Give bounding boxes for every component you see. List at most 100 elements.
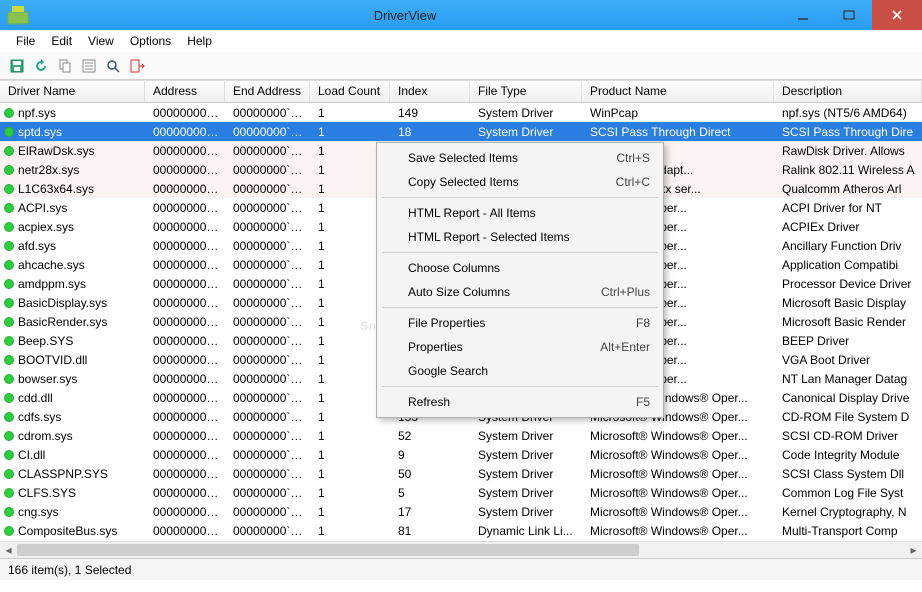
context-menu-item[interactable]: Copy Selected ItemsCtrl+C [380, 170, 660, 194]
col-driver-name[interactable]: Driver Name [0, 81, 145, 102]
table-row[interactable]: CompositeBus.sys00000000`0...00000000`0.… [0, 521, 922, 540]
status-dot-icon [4, 412, 14, 422]
cell-product-name: Microsoft® Windows® Oper... [582, 448, 774, 462]
context-menu-item[interactable]: Choose Columns [380, 256, 660, 280]
context-menu-item[interactable]: File PropertiesF8 [380, 311, 660, 335]
cell-address: 00000000`0... [145, 391, 225, 405]
scroll-right-icon[interactable]: ▸ [905, 542, 922, 558]
cell-driver-name: BasicDisplay.sys [18, 296, 107, 310]
menu-view[interactable]: View [80, 32, 122, 50]
context-menu-item[interactable]: RefreshF5 [380, 390, 660, 414]
menu-label: HTML Report - All Items [408, 206, 536, 220]
cell-address: 00000000`0... [145, 277, 225, 291]
cell-driver-name: CI.dll [18, 448, 45, 462]
scroll-thumb[interactable] [17, 544, 639, 556]
status-dot-icon [4, 279, 14, 289]
context-menu-item[interactable]: HTML Report - All Items [380, 201, 660, 225]
cell-index: 17 [390, 505, 470, 519]
cell-end-address: 00000000`0... [225, 467, 310, 481]
status-dot-icon [4, 450, 14, 460]
cell-description: Multi-Transport Comp [774, 524, 922, 538]
cell-description: BEEP Driver [774, 334, 922, 348]
maximize-button[interactable] [826, 0, 872, 30]
table-row[interactable]: CLFS.SYS00000000`0...00000000`0...15Syst… [0, 483, 922, 502]
table-row[interactable]: npf.sys00000000`0...00000000`0...1149Sys… [0, 103, 922, 122]
col-file-type[interactable]: File Type [470, 81, 582, 102]
cell-address: 00000000`0... [145, 125, 225, 139]
col-load-count[interactable]: Load Count [310, 81, 390, 102]
window-title: DriverView [30, 8, 780, 23]
context-menu-item[interactable]: Save Selected ItemsCtrl+S [380, 146, 660, 170]
menu-shortcut: Alt+Enter [600, 340, 650, 354]
cell-description: Canonical Display Drive [774, 391, 922, 405]
menu-edit[interactable]: Edit [43, 32, 80, 50]
cell-address: 00000000`0... [145, 163, 225, 177]
cell-description: Kernel Cryptography, N [774, 505, 922, 519]
cell-driver-name: bowser.sys [18, 372, 77, 386]
save-icon[interactable] [6, 55, 28, 77]
menu-label: Save Selected Items [408, 151, 518, 165]
cell-driver-name: BasicRender.sys [18, 315, 107, 329]
cell-file-type: System Driver [470, 467, 582, 481]
minimize-button[interactable] [780, 0, 826, 30]
status-dot-icon [4, 298, 14, 308]
exit-icon[interactable] [126, 55, 148, 77]
menu-label: Properties [408, 340, 463, 354]
menu-separator [382, 252, 658, 253]
cell-end-address: 00000000`0... [225, 258, 310, 272]
context-menu: Save Selected ItemsCtrl+SCopy Selected I… [376, 142, 664, 418]
col-end-address[interactable]: End Address [225, 81, 310, 102]
cell-driver-name: ahcache.sys [18, 258, 85, 272]
status-dot-icon [4, 184, 14, 194]
context-menu-item[interactable]: Auto Size ColumnsCtrl+Plus [380, 280, 660, 304]
col-description[interactable]: Description [774, 81, 922, 102]
cell-end-address: 00000000`0... [225, 315, 310, 329]
scroll-left-icon[interactable]: ◂ [0, 542, 17, 558]
col-address[interactable]: Address [145, 81, 225, 102]
cell-end-address: 00000000`0... [225, 239, 310, 253]
refresh-icon[interactable] [30, 55, 52, 77]
table-row[interactable]: CLASSPNP.SYS00000000`0...00000000`0...15… [0, 464, 922, 483]
cell-address: 00000000`0... [145, 486, 225, 500]
table-row[interactable]: sptd.sys00000000`0...00000000`0...118Sys… [0, 122, 922, 141]
cell-description: CD-ROM File System D [774, 410, 922, 424]
cell-file-type: Dynamic Link Li... [470, 524, 582, 538]
find-icon[interactable] [102, 55, 124, 77]
status-dot-icon [4, 355, 14, 365]
cell-address: 00000000`0... [145, 106, 225, 120]
cell-driver-name: cdfs.sys [18, 410, 61, 424]
cell-end-address: 00000000`0... [225, 391, 310, 405]
table-row[interactable]: cdrom.sys00000000`0...00000000`0...152Sy… [0, 426, 922, 445]
table-row[interactable]: cng.sys00000000`0...00000000`0...117Syst… [0, 502, 922, 521]
menu-file[interactable]: File [8, 32, 43, 50]
cell-driver-name: cdrom.sys [18, 429, 73, 443]
cell-load-count: 1 [310, 524, 390, 538]
close-button[interactable] [872, 0, 922, 30]
cell-driver-name: cdd.dll [18, 391, 53, 405]
cell-description: npf.sys (NT5/6 AMD64) [774, 106, 922, 120]
status-dot-icon [4, 374, 14, 384]
menu-options[interactable]: Options [122, 32, 179, 50]
cell-description: Processor Device Driver [774, 277, 922, 291]
cell-end-address: 00000000`0... [225, 125, 310, 139]
cell-product-name: Microsoft® Windows® Oper... [582, 505, 774, 519]
cell-driver-name: L1C63x64.sys [18, 182, 94, 196]
context-menu-item[interactable]: Properties Alt+Enter [380, 335, 660, 359]
menu-help[interactable]: Help [179, 32, 220, 50]
status-dot-icon [4, 165, 14, 175]
col-index[interactable]: Index [390, 81, 470, 102]
cell-description: SCSI Pass Through Dire [774, 125, 922, 139]
cell-address: 00000000`0... [145, 353, 225, 367]
copy-icon[interactable] [54, 55, 76, 77]
cell-end-address: 00000000`0... [225, 353, 310, 367]
cell-address: 00000000`0... [145, 410, 225, 424]
col-product-name[interactable]: Product Name [582, 81, 774, 102]
context-menu-item[interactable]: Google Search [380, 359, 660, 383]
status-dot-icon [4, 393, 14, 403]
context-menu-item[interactable]: HTML Report - Selected Items [380, 225, 660, 249]
status-dot-icon [4, 241, 14, 251]
table-row[interactable]: CI.dll00000000`0...00000000`0...19System… [0, 445, 922, 464]
menu-label: Auto Size Columns [408, 285, 510, 299]
horizontal-scrollbar[interactable]: ◂ ▸ [0, 541, 922, 558]
properties-icon[interactable] [78, 55, 100, 77]
